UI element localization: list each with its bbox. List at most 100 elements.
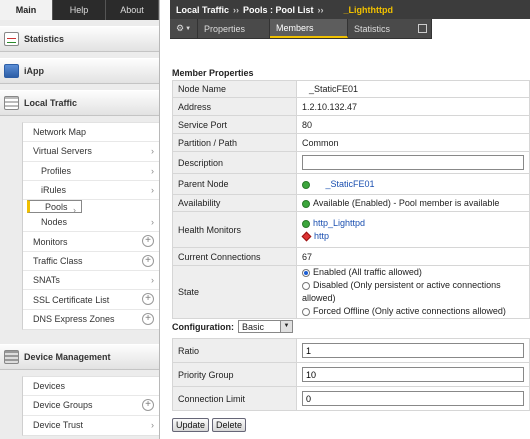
sidebar-item-label: SSL Certificate List xyxy=(33,294,110,305)
tab-members[interactable]: Members xyxy=(270,19,348,38)
table-row: Address 1.2.10.132.47 xyxy=(172,97,530,116)
table-row: Service Port 80 xyxy=(172,115,530,134)
description-input[interactable] xyxy=(302,155,524,170)
green-status-icon xyxy=(302,199,310,208)
table-row: Availability Available (Enabled) - Pool … xyxy=(172,194,530,212)
red-diamond-icon xyxy=(301,231,312,242)
sidebar-item-label: Nodes xyxy=(41,217,68,228)
sidebar-item-virtual-servers[interactable]: Virtual Servers › xyxy=(23,142,159,162)
chevron-right-icon: › xyxy=(151,165,154,176)
table-row: Health Monitors http_Lighttpd http xyxy=(172,211,530,248)
main-content: Member Properties Node Name _StaticFE01 … xyxy=(170,39,530,439)
availability-label: Availability xyxy=(172,194,297,212)
sidebar-item-ssl-certificate-list[interactable]: SSL Certificate List + xyxy=(23,290,159,310)
sidebar-item-nodes[interactable]: Nodes › xyxy=(23,213,159,233)
sidebar-item-traffic-class[interactable]: Traffic Class + xyxy=(23,252,159,272)
sidebar-item-dns-express-zones[interactable]: DNS Express Zones + xyxy=(23,310,159,329)
radio-button[interactable] xyxy=(302,281,310,290)
sidebar-item-pools[interactable]: Pools › xyxy=(27,200,82,215)
sidebar-item-label: Device Groups xyxy=(33,400,93,411)
tab-help[interactable]: Help xyxy=(53,0,106,20)
breadcrumb-page[interactable]: Pools : Pool List xyxy=(243,5,314,15)
partition-value: Common xyxy=(296,133,530,152)
section-statistics[interactable]: Statistics xyxy=(0,26,159,52)
ratio-input[interactable] xyxy=(302,343,524,358)
current-connections-value: 67 xyxy=(296,247,530,266)
chevron-right-icon: › xyxy=(151,184,154,195)
plus-circle-icon[interactable]: + xyxy=(142,254,154,267)
sidebar-item-profiles[interactable]: Profiles › xyxy=(23,162,159,181)
plus-circle-icon[interactable]: + xyxy=(142,312,154,325)
chevron-down-icon: ▼ xyxy=(280,321,292,332)
state-cell: Enabled (All traffic allowed) Disabled (… xyxy=(296,265,530,319)
member-properties-title: Member Properties xyxy=(172,68,254,78)
section-local-traffic-label: Local Traffic xyxy=(24,98,78,108)
sidebar-item-device-groups[interactable]: Device Groups + xyxy=(23,396,159,416)
breadcrumb-section[interactable]: Local Traffic xyxy=(176,5,229,15)
tab-statistics[interactable]: Statistics xyxy=(348,19,432,38)
gear-menu-button[interactable]: ⚙ ▼ xyxy=(170,19,198,38)
section-iapp[interactable]: iApp xyxy=(0,58,159,84)
tab-main[interactable]: Main xyxy=(0,0,53,20)
sidebar-item-network-map[interactable]: Network Map xyxy=(23,123,159,143)
connection-limit-cell xyxy=(296,386,530,411)
table-row: Parent Node _StaticFE01 xyxy=(172,173,530,195)
parent-node-link[interactable]: _StaticFE01 xyxy=(326,179,375,189)
sidebar-item-devices[interactable]: Devices xyxy=(23,377,159,397)
section-local-traffic[interactable]: Local Traffic xyxy=(0,90,159,116)
radio-button[interactable] xyxy=(302,307,310,316)
delete-button[interactable]: Delete xyxy=(212,418,247,432)
green-status-icon xyxy=(302,219,310,228)
state-option-disabled[interactable]: Disabled (Only persistent or active conn… xyxy=(302,279,524,305)
table-row: Partition / Path Common xyxy=(172,133,530,152)
tab-properties[interactable]: Properties xyxy=(198,19,270,38)
sidebar-item-label: Network Map xyxy=(33,127,87,138)
ratio-label: Ratio xyxy=(172,338,297,363)
tab-about[interactable]: About xyxy=(106,0,159,20)
sidebar-item-irules[interactable]: iRules › xyxy=(23,181,159,201)
priority-group-cell xyxy=(296,362,530,387)
section-device-management[interactable]: Device Management xyxy=(0,343,159,370)
monitor-link-http-lighttpd[interactable]: http_Lighttpd xyxy=(313,218,365,228)
member-properties-table: Node Name _StaticFE01 Address 1.2.10.132… xyxy=(172,80,530,319)
update-button[interactable]: Update xyxy=(172,418,210,432)
section-device-management-label: Device Management xyxy=(24,351,111,362)
sidebar-item-label: Virtual Servers xyxy=(33,146,92,157)
radio-button[interactable] xyxy=(302,268,310,277)
parent-node-label: Parent Node xyxy=(172,173,297,195)
configuration-select-value: Basic xyxy=(242,321,265,332)
service-port-value: 80 xyxy=(296,115,530,134)
plus-circle-icon[interactable]: + xyxy=(142,399,154,412)
left-navigation: Main Help About Statistics iApp Local Tr… xyxy=(0,0,160,439)
table-row: Ratio xyxy=(172,338,530,363)
state-option-enabled[interactable]: Enabled (All traffic allowed) xyxy=(302,266,524,279)
top-nav-tabs: Main Help About xyxy=(0,0,159,20)
section-statistics-label: Statistics xyxy=(24,34,65,44)
connection-limit-input[interactable] xyxy=(302,391,524,406)
sidebar-item-label: iRules xyxy=(41,185,67,196)
device-management-menu: Devices Device Groups + Device Trust › xyxy=(22,375,159,436)
plus-circle-icon[interactable]: + xyxy=(142,293,154,306)
monitor-link-http[interactable]: http xyxy=(314,231,329,241)
description-label: Description xyxy=(172,151,297,174)
table-row: Priority Group xyxy=(172,362,530,387)
health-monitors-label: Health Monitors xyxy=(172,211,297,248)
state-option-label: Forced Offline (Only active connections … xyxy=(313,306,506,316)
plus-circle-icon[interactable]: + xyxy=(142,235,154,248)
table-row: Current Connections 67 xyxy=(172,247,530,266)
content-tabs: ⚙ ▼ Properties Members Statistics xyxy=(170,19,432,39)
sidebar-item-device-trust[interactable]: Device Trust › xyxy=(23,416,159,435)
availability-value: Available (Enabled) - Pool member is ava… xyxy=(313,198,500,208)
current-connections-label: Current Connections xyxy=(172,247,297,266)
parent-node-cell: _StaticFE01 xyxy=(296,173,530,195)
state-option-forced-offline[interactable]: Forced Offline (Only active connections … xyxy=(302,305,524,318)
connection-limit-label: Connection Limit xyxy=(172,386,297,411)
popout-icon[interactable] xyxy=(418,24,427,33)
sidebar-item-snats[interactable]: SNATs › xyxy=(23,271,159,291)
configuration-select[interactable]: Basic ▼ xyxy=(238,320,293,333)
sidebar-item-monitors[interactable]: Monitors + xyxy=(23,232,159,252)
priority-group-input[interactable] xyxy=(302,367,524,382)
sidebar-item-label: Traffic Class xyxy=(33,255,83,266)
iapp-icon xyxy=(4,64,19,78)
